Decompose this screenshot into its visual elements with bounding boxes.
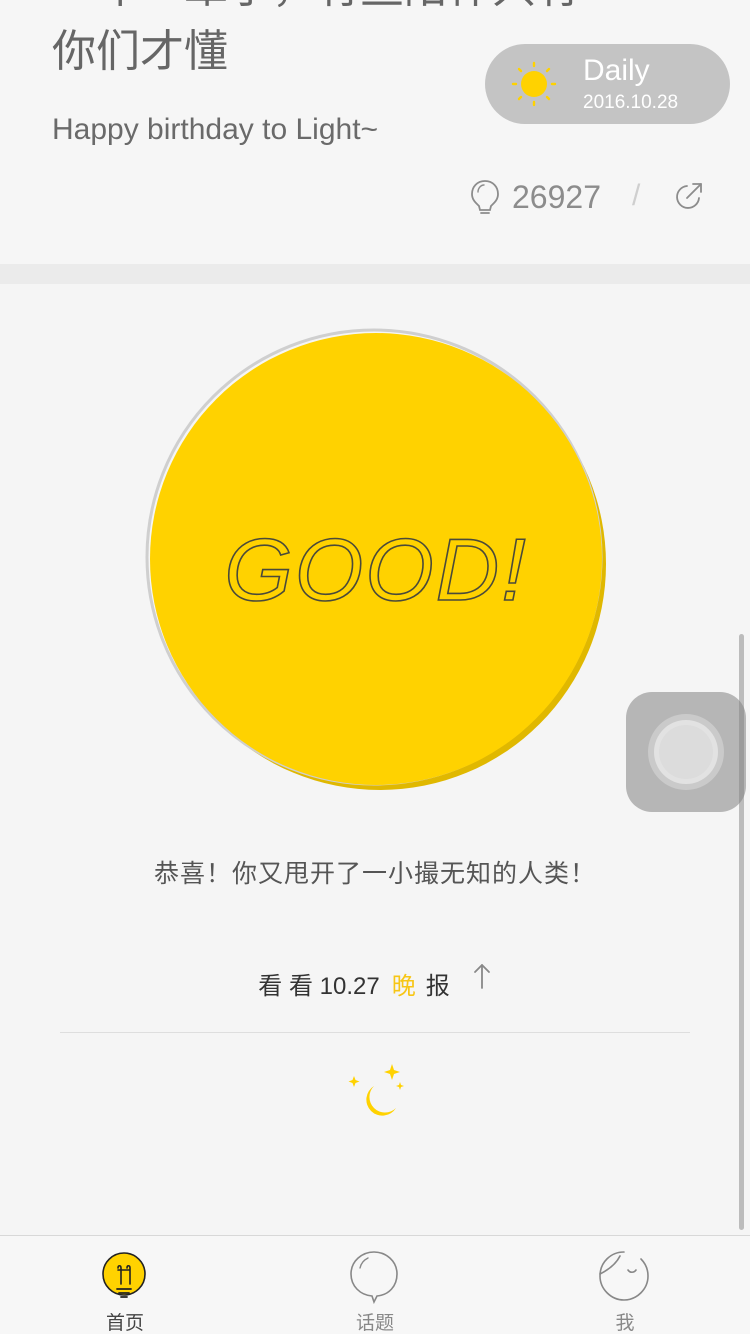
like-count: 26927	[512, 179, 601, 215]
sun-icon	[511, 61, 557, 107]
evening-report-link[interactable]: 看 看 10.27 晚报	[0, 962, 750, 1002]
bottom-tab-bar: 首页 话题 我	[0, 1235, 750, 1334]
article-title-line2: 你们才懂	[52, 26, 228, 77]
tab-topics-label: 话题	[355, 1312, 394, 1334]
assistive-touch-core	[659, 725, 713, 779]
section-separator	[0, 264, 750, 284]
daily-date: 2016.10.28	[583, 92, 679, 113]
stats-divider: /	[632, 179, 641, 212]
share-icon[interactable]	[674, 181, 704, 211]
article-card[interactable]: 一年一辈子，有些陪伴只有 你们才懂 Happy birthday to Ligh…	[0, 0, 750, 264]
arrow-up-icon	[473, 964, 490, 989]
good-badge-text: GOOD!	[224, 520, 527, 619]
moon-stars-icon	[348, 1064, 404, 1116]
tab-home-label: 首页	[105, 1312, 144, 1334]
face-icon	[599, 1251, 649, 1301]
app-screen: 一年一辈子，有些陪伴只有 你们才懂 Happy birthday to Ligh…	[0, 0, 750, 1334]
speech-bubble-icon	[350, 1251, 398, 1304]
article-stats: 26927 /	[470, 175, 720, 219]
daily-label: Daily	[583, 54, 650, 87]
evening-report-prefix: 看 看 10.27	[258, 973, 380, 1001]
congrats-message: 恭喜！你又甩开了一小撮无知的人类！	[153, 859, 596, 888]
evening-report-highlight: 晚	[391, 973, 416, 1001]
evening-report-suffix: 报	[425, 973, 450, 1001]
bulb-icon	[102, 1252, 146, 1298]
tab-home[interactable]: 首页	[0, 1236, 250, 1334]
bulb-icon[interactable]	[470, 179, 500, 215]
tab-me-label: 我	[615, 1312, 635, 1334]
article-subtitle: Happy birthday to Light~	[52, 113, 379, 146]
divider-line	[60, 1032, 690, 1033]
assistive-touch-button[interactable]	[626, 692, 746, 812]
tab-topics[interactable]: 话题	[250, 1236, 500, 1334]
article-title-line1: 一年一辈子，有些陪伴只有	[52, 0, 580, 10]
tab-me[interactable]: 我	[500, 1236, 750, 1334]
daily-badge[interactable]: Daily 2016.10.28	[485, 44, 730, 124]
good-badge: GOOD!	[145, 328, 606, 790]
